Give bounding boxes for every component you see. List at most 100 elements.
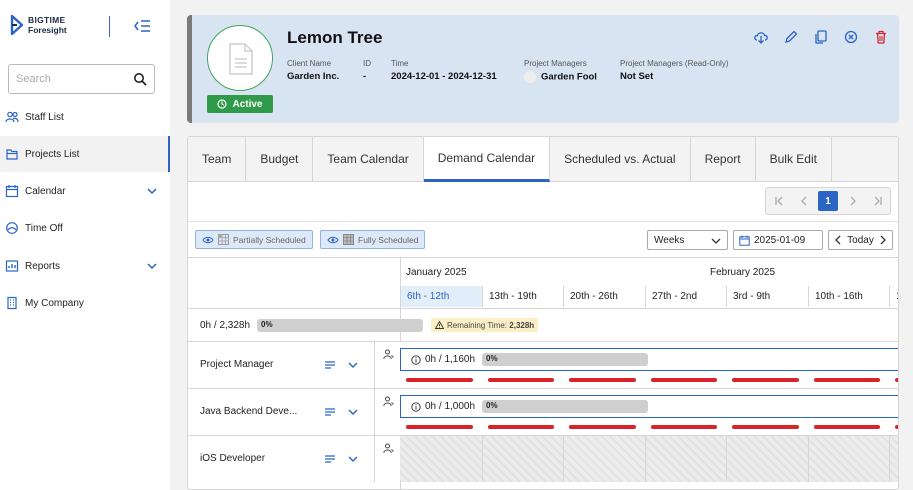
time-meta: Time 2024-12-01 - 2024-12-31 bbox=[391, 59, 497, 82]
list-icon[interactable] bbox=[324, 359, 336, 371]
next-period-icon[interactable] bbox=[879, 235, 887, 245]
project-avatar[interactable] bbox=[207, 25, 273, 91]
demand-bar bbox=[651, 378, 717, 382]
demand-bar bbox=[814, 425, 880, 429]
assign-person-icon[interactable] bbox=[383, 443, 394, 454]
week-header[interactable]: 13th - 19th bbox=[482, 286, 563, 307]
chevron-down-icon[interactable] bbox=[347, 359, 359, 371]
pm-meta: Project Managers Garden Fool bbox=[524, 59, 597, 83]
eye-icon bbox=[202, 236, 214, 243]
role-name: Java Backend Deve... bbox=[200, 406, 298, 417]
tab-scheduled-vs-actual[interactable]: Scheduled vs. Actual bbox=[550, 137, 691, 181]
copy-icon[interactable] bbox=[813, 29, 829, 45]
list-icon[interactable] bbox=[324, 453, 336, 465]
chevron-down-icon[interactable] bbox=[146, 260, 158, 272]
date-picker[interactable]: 2025-01-09 bbox=[733, 230, 823, 250]
tab-team-calendar[interactable]: Team Calendar bbox=[313, 137, 424, 181]
grid-top-border bbox=[188, 257, 898, 258]
summary-row: 0h / 2,328h 0% Remaining Time: 2,328h bbox=[188, 308, 898, 342]
period-select[interactable]: Weeks bbox=[647, 230, 728, 250]
sidebar-item-label: Reports bbox=[25, 260, 61, 272]
brand-logo[interactable]: BIGTIME Foresight bbox=[10, 14, 67, 36]
role-progress-bar: 0% bbox=[482, 400, 648, 413]
sidebar-item-label: Calendar bbox=[25, 185, 66, 197]
demand-bar bbox=[406, 378, 473, 382]
last-page-button[interactable] bbox=[865, 188, 890, 214]
next-page-button[interactable] bbox=[840, 188, 865, 214]
tab-team[interactable]: Team bbox=[188, 137, 247, 181]
pencil-icon[interactable] bbox=[783, 29, 799, 45]
role-divider bbox=[374, 342, 375, 388]
tab-bar: Team Budget Team Calendar Demand Calenda… bbox=[188, 137, 898, 182]
week-header[interactable]: 3rd - 9th bbox=[726, 286, 808, 307]
tab-budget[interactable]: Budget bbox=[246, 137, 314, 181]
assign-person-icon[interactable] bbox=[383, 396, 394, 407]
chevron-down-icon[interactable] bbox=[347, 453, 359, 465]
role-row-java-backend: Java Backend Deve... 0h / 1,000h 0% bbox=[188, 389, 898, 436]
week-header[interactable]: 10th - 16th bbox=[808, 286, 889, 307]
sidebar-item-projects-list[interactable]: Projects List bbox=[0, 136, 170, 172]
tab-report[interactable]: Report bbox=[691, 137, 756, 181]
tab-demand-calendar[interactable]: Demand Calendar bbox=[423, 137, 551, 182]
search-input[interactable] bbox=[16, 65, 131, 93]
prev-period-icon[interactable] bbox=[834, 235, 842, 245]
week-gridline bbox=[645, 436, 646, 482]
pm-label: Project Managers bbox=[524, 59, 587, 68]
summary-percent: 0% bbox=[261, 320, 273, 329]
list-icon[interactable] bbox=[324, 406, 336, 418]
collapse-sidebar-icon[interactable] bbox=[133, 18, 151, 34]
demand-bar bbox=[895, 378, 898, 382]
sidebar-item-reports[interactable]: Reports bbox=[0, 248, 170, 284]
clock-icon bbox=[217, 99, 228, 109]
search-icon[interactable] bbox=[133, 72, 147, 86]
prev-page-button[interactable] bbox=[791, 188, 816, 214]
role-hours: 0h / 1,160h bbox=[425, 354, 476, 365]
pm-value[interactable]: Garden Fool bbox=[541, 72, 597, 83]
demand-bar bbox=[651, 425, 717, 429]
today-button[interactable]: Today bbox=[847, 235, 874, 246]
role-name: iOS Developer bbox=[200, 453, 266, 464]
tab-bulk-edit[interactable]: Bulk Edit bbox=[756, 137, 832, 181]
pm-avatar bbox=[524, 71, 536, 83]
info-icon bbox=[411, 354, 421, 365]
pm-readonly-value: Not Set bbox=[620, 71, 654, 82]
folder-icon bbox=[6, 149, 18, 160]
cloud-download-icon[interactable] bbox=[753, 29, 769, 45]
status-badge: Active bbox=[207, 95, 273, 113]
allocation-bar[interactable]: 0h / 1,000h 0% bbox=[400, 395, 898, 418]
document-icon bbox=[229, 43, 253, 75]
chevron-down-icon[interactable] bbox=[347, 406, 359, 418]
week-header-current[interactable]: 6th - 12th bbox=[400, 286, 482, 307]
week-header[interactable]: 27th - 2nd bbox=[645, 286, 726, 307]
role-timeline[interactable]: 0h / 1,160h 0% bbox=[400, 342, 898, 388]
sidebar-item-staff-list[interactable]: Staff List bbox=[0, 99, 170, 135]
week-gridline bbox=[808, 436, 809, 482]
sidebar-item-my-company[interactable]: My Company bbox=[0, 285, 170, 321]
remaining-label: Remaining Time: bbox=[447, 320, 508, 330]
week-gridline bbox=[889, 436, 890, 482]
id-value: - bbox=[363, 71, 367, 82]
first-page-button[interactable] bbox=[766, 188, 791, 214]
sidebar-item-time-off[interactable]: Time Off bbox=[0, 210, 170, 246]
building-icon bbox=[7, 296, 17, 310]
sidebar-item-calendar[interactable]: Calendar bbox=[0, 173, 170, 209]
partially-scheduled-toggle[interactable]: Partially Scheduled bbox=[195, 230, 313, 249]
role-timeline-unscheduled[interactable] bbox=[400, 436, 898, 482]
fully-scheduled-toggle[interactable]: Fully Scheduled bbox=[320, 230, 426, 249]
demand-bar bbox=[569, 425, 636, 429]
trash-icon[interactable] bbox=[873, 29, 889, 45]
assign-person-icon[interactable] bbox=[383, 349, 394, 360]
chevron-down-icon[interactable] bbox=[146, 185, 158, 197]
cancel-circle-icon[interactable] bbox=[843, 29, 859, 45]
role-timeline[interactable]: 0h / 1,000h 0% bbox=[400, 389, 898, 435]
client-label: Client Name bbox=[287, 59, 332, 68]
role-divider bbox=[374, 436, 375, 482]
brand-divider bbox=[109, 16, 110, 37]
current-page[interactable]: 1 bbox=[818, 191, 838, 211]
warning-icon bbox=[435, 321, 444, 329]
client-value: Garden Inc. bbox=[287, 71, 340, 82]
week-header[interactable]: 1 bbox=[889, 286, 898, 307]
week-header[interactable]: 20th - 26th bbox=[563, 286, 645, 307]
allocation-bar[interactable]: 0h / 1,160h 0% bbox=[400, 348, 898, 371]
time-label: Time bbox=[391, 59, 409, 68]
